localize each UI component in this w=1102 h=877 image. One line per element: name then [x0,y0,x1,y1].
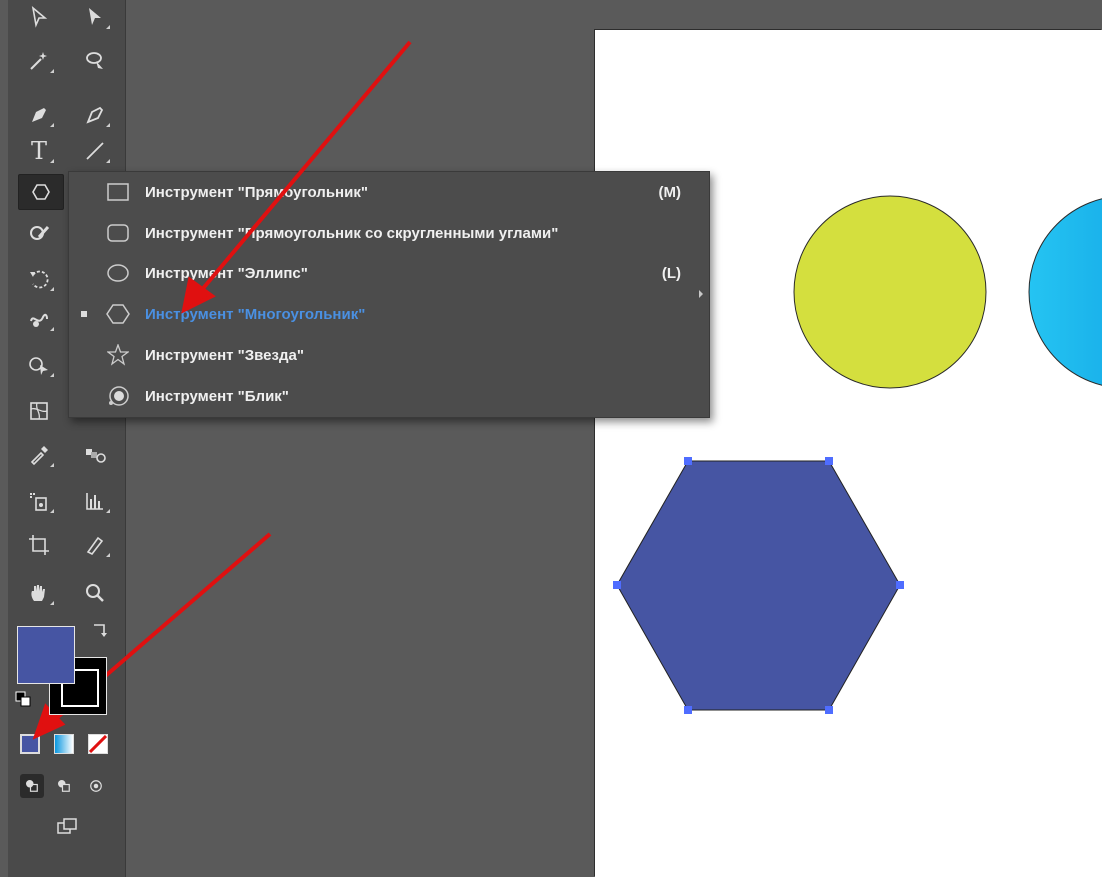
symbol-sprayer-icon[interactable] [22,486,56,516]
flyout-item-rounded-rectangle[interactable]: Инструмент "Прямоугольник со скругленным… [69,213,689,253]
cyan-circle[interactable] [1028,196,1102,388]
flyout-item-ellipse[interactable]: Инструмент "Эллипс" (L) [69,253,689,293]
polygon-tool-button[interactable] [18,174,64,210]
direct-selection-icon[interactable] [78,2,112,32]
flyout-shortcut: (M) [658,183,682,201]
canvas-shapes [613,195,1102,714]
flyout-label: Инструмент "Звезда" [145,346,304,364]
color-mode-button[interactable] [20,734,40,754]
flyout-item-star[interactable]: Инструмент "Звезда" [69,335,689,375]
rounded-rectangle-icon [102,217,134,249]
flyout-shortcut: (L) [661,264,681,282]
curvature-icon[interactable] [78,100,112,130]
eyedropper-icon[interactable] [22,440,56,470]
ellipse-icon [102,257,134,289]
line-icon[interactable] [78,136,112,166]
flyout-item-rectangle[interactable]: Инструмент "Прямоугольник" (M) [69,172,689,212]
draw-inside-icon[interactable] [84,774,108,798]
flyout-expand-arrow-icon[interactable] [699,290,703,298]
lasso-icon[interactable] [78,46,112,76]
draw-behind-icon[interactable] [52,774,76,798]
flyout-item-flare[interactable]: Инструмент "Блик" [69,376,689,416]
selection-icon[interactable] [22,2,56,32]
type-icon[interactable]: T [22,136,56,166]
pen-icon[interactable] [22,100,56,130]
draw-normal-icon[interactable] [20,774,44,798]
flyout-label: Инструмент "Эллипс" [145,264,308,282]
mesh-icon[interactable] [22,396,56,426]
screen-mode-icon[interactable] [50,812,84,842]
graph-icon[interactable] [78,486,112,516]
slice-icon[interactable] [78,530,112,560]
selected-marker [81,311,87,317]
polygon-icon [32,184,50,200]
hexagon-shape[interactable] [616,460,901,711]
flyout-label: Инструмент "Прямоугольник со скругленным… [145,224,559,242]
swap-fill-stroke-icon[interactable] [88,620,112,644]
warp-icon[interactable] [22,304,56,334]
flyout-item-polygon[interactable]: Инструмент "Многоугольник" [69,294,689,334]
rectangle-icon [102,176,134,208]
rotate-icon[interactable] [22,264,56,294]
blend-icon[interactable] [78,440,112,470]
artboard-icon[interactable] [22,530,56,560]
zoom-icon[interactable] [78,578,112,608]
default-fill-stroke-icon[interactable] [14,690,34,710]
star-icon [102,339,134,371]
shape-tools-flyout: Инструмент "Прямоугольник" (M) Инструмен… [68,171,710,418]
type-glyph: T [30,137,47,165]
magic-wand-icon[interactable] [22,46,56,76]
polygon-icon [102,298,134,330]
flare-icon [102,380,134,412]
tools-panel: T [8,0,126,877]
none-mode-button[interactable] [88,734,108,754]
flyout-label: Инструмент "Блик" [145,387,289,405]
flyout-label: Инструмент "Многоугольник" [145,305,366,323]
hand-icon[interactable] [22,578,56,608]
flyout-label: Инструмент "Прямоугольник" [145,183,368,201]
fill-color-swatch[interactable] [17,626,75,684]
gradient-mode-button[interactable] [54,734,74,754]
shape-builder-icon[interactable] [22,350,56,380]
shaper-icon[interactable] [22,218,56,248]
yellow-circle[interactable] [793,195,987,389]
